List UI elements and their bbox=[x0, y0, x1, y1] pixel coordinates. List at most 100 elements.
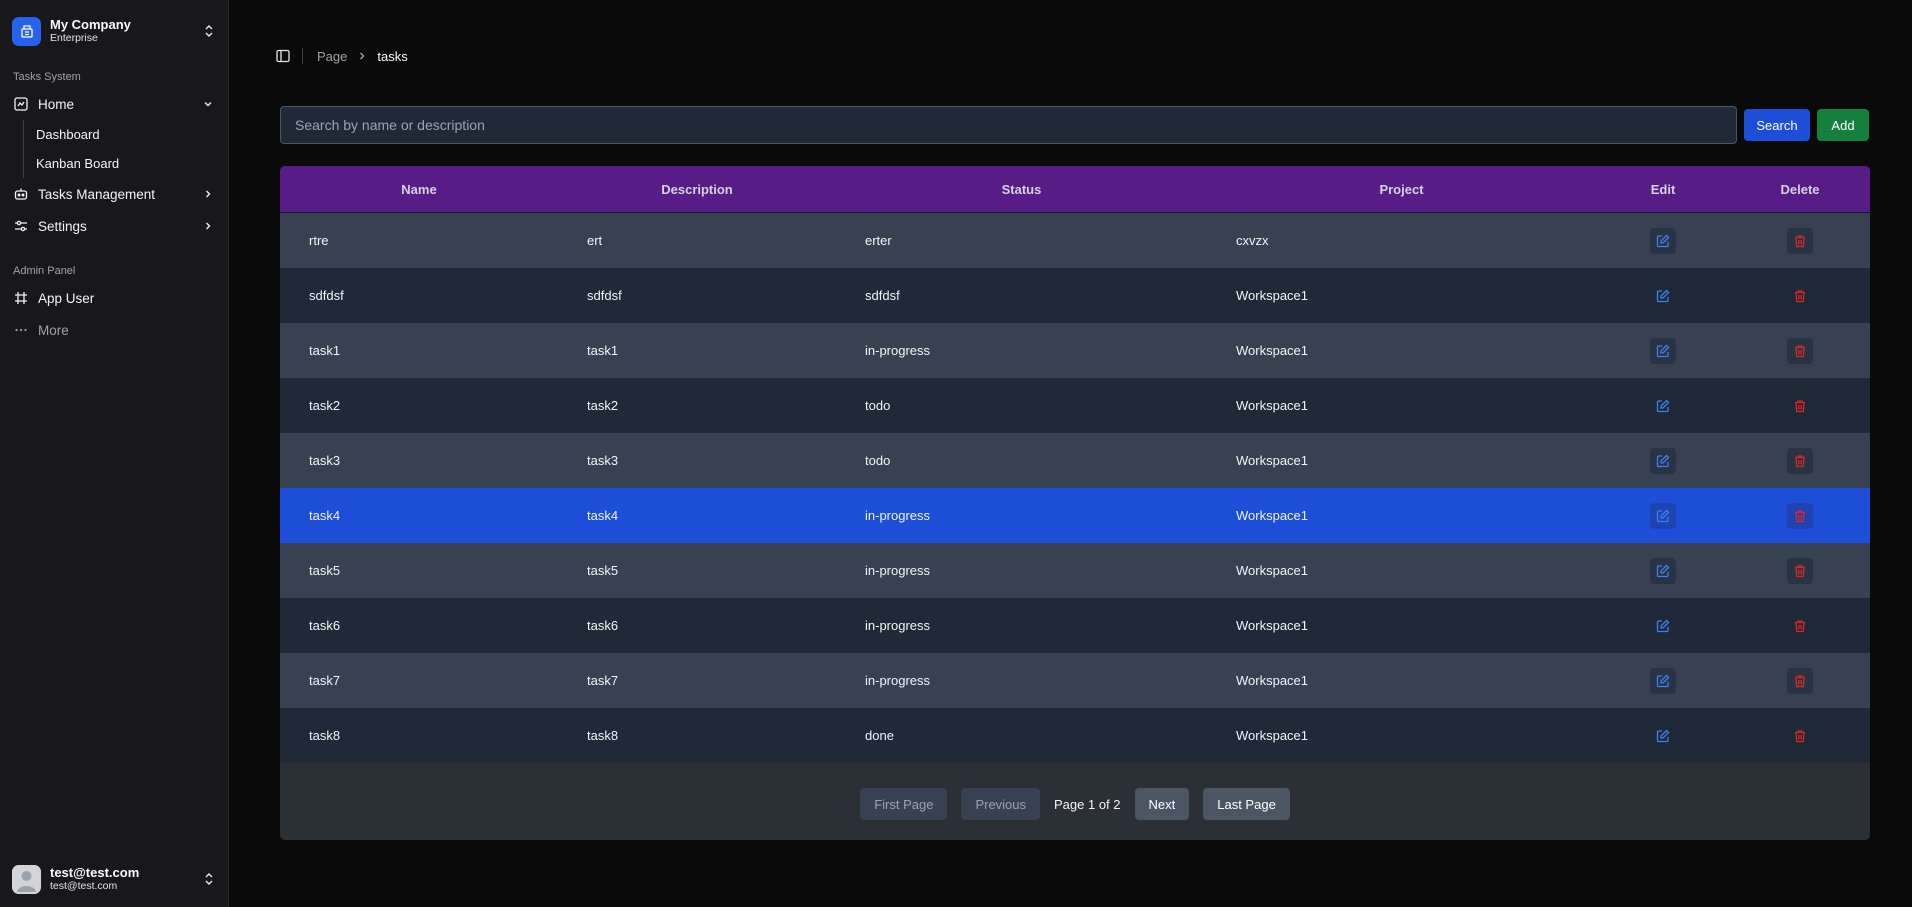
cell-project: Workspace1 bbox=[1236, 398, 1309, 413]
cell-description: ert bbox=[587, 233, 603, 248]
sidebar-item-settings[interactable]: Settings bbox=[0, 210, 228, 242]
add-button[interactable]: Add bbox=[1817, 109, 1869, 141]
cell-project: Workspace1 bbox=[1236, 618, 1309, 633]
trash-icon[interactable] bbox=[1787, 227, 1813, 254]
breadcrumb-parent[interactable]: Page bbox=[317, 49, 347, 64]
first-page-button[interactable]: First Page bbox=[860, 788, 948, 820]
trash-icon[interactable] bbox=[1787, 502, 1813, 529]
cell-delete bbox=[1730, 502, 1870, 529]
cell-edit bbox=[1596, 502, 1730, 529]
sidebar-item-home[interactable]: Home bbox=[0, 88, 228, 120]
edit-icon[interactable] bbox=[1650, 337, 1676, 364]
search-input[interactable] bbox=[280, 106, 1737, 144]
edit-icon[interactable] bbox=[1650, 282, 1676, 309]
trash-icon[interactable] bbox=[1787, 392, 1813, 419]
cell-name: task1 bbox=[309, 343, 341, 358]
edit-icon[interactable] bbox=[1650, 502, 1676, 529]
trash-icon[interactable] bbox=[1787, 722, 1813, 749]
table-row[interactable]: task5 task5 in-progress Workspace1 bbox=[280, 543, 1870, 598]
trash-icon[interactable] bbox=[1787, 612, 1813, 639]
sidebar-item-tasks-management[interactable]: Tasks Management bbox=[0, 178, 228, 210]
cell-delete bbox=[1730, 392, 1870, 419]
table-body: rtre ert erter cxvzx sdfdsf sdfdsf sdfdsf Works… bbox=[280, 213, 1870, 763]
company-switcher[interactable]: My Company Enterprise bbox=[0, 0, 228, 52]
edit-icon[interactable] bbox=[1650, 392, 1676, 419]
cell-edit bbox=[1596, 612, 1730, 639]
cell-status: in-progress bbox=[865, 343, 931, 358]
trash-icon[interactable] bbox=[1787, 337, 1813, 364]
edit-icon[interactable] bbox=[1650, 227, 1676, 254]
cell-name: rtre bbox=[309, 233, 329, 248]
search-button[interactable]: Search bbox=[1744, 109, 1810, 141]
cell-description: task3 bbox=[587, 453, 619, 468]
breadcrumb-current: tasks bbox=[377, 48, 408, 64]
trash-icon[interactable] bbox=[1787, 667, 1813, 694]
building-icon bbox=[12, 16, 41, 46]
sidebar-item-app-user[interactable]: App User bbox=[0, 282, 228, 314]
cell-name: sdfdsf bbox=[309, 288, 344, 303]
more-icon bbox=[13, 322, 29, 338]
cell-edit bbox=[1596, 227, 1730, 254]
table-header: Name Description Status Project Edit Del… bbox=[280, 166, 1870, 213]
edit-icon[interactable] bbox=[1650, 722, 1676, 749]
user-menu[interactable]: test@test.com test@test.com bbox=[0, 851, 228, 907]
page-status: Page 1 of 2 bbox=[1054, 796, 1121, 812]
edit-icon[interactable] bbox=[1650, 557, 1676, 584]
cell-description: task8 bbox=[587, 728, 619, 743]
table-row[interactable]: rtre ert erter cxvzx bbox=[280, 213, 1870, 268]
trash-icon[interactable] bbox=[1787, 557, 1813, 584]
table-row[interactable]: task2 task2 todo Workspace1 bbox=[280, 378, 1870, 433]
trash-icon[interactable] bbox=[1787, 447, 1813, 474]
cell-status: in-progress bbox=[865, 508, 931, 523]
sidebar-item-dashboard[interactable]: Dashboard bbox=[36, 120, 228, 149]
column-header-project: Project bbox=[1379, 181, 1424, 197]
next-button[interactable]: Next bbox=[1134, 788, 1190, 820]
cell-description: sdfdsf bbox=[587, 288, 622, 303]
table-row[interactable]: task6 task6 in-progress Workspace1 bbox=[280, 598, 1870, 653]
cell-edit bbox=[1596, 722, 1730, 749]
edit-icon[interactable] bbox=[1650, 667, 1676, 694]
cell-edit bbox=[1596, 392, 1730, 419]
cell-delete bbox=[1730, 337, 1870, 364]
column-header-edit: Edit bbox=[1650, 181, 1676, 197]
table-row[interactable]: task8 task8 done Workspace1 bbox=[280, 708, 1870, 763]
edit-icon[interactable] bbox=[1650, 447, 1676, 474]
table-row[interactable]: task1 task1 in-progress Workspace1 bbox=[280, 323, 1870, 378]
cell-name: task2 bbox=[309, 398, 341, 413]
sidebar-toggle-icon[interactable] bbox=[275, 48, 291, 64]
home-submenu: Dashboard Kanban Board bbox=[23, 120, 228, 178]
sidebar-item-kanban-board[interactable]: Kanban Board bbox=[36, 149, 228, 178]
user-name: test@test.com bbox=[50, 865, 140, 880]
cell-delete bbox=[1730, 557, 1870, 584]
cell-status: todo bbox=[865, 453, 891, 468]
cell-description: task6 bbox=[587, 618, 619, 633]
cell-delete bbox=[1730, 612, 1870, 639]
company-text: My Company Enterprise bbox=[50, 17, 202, 45]
sidebar-item-label: Home bbox=[38, 96, 75, 112]
previous-button[interactable]: Previous bbox=[961, 788, 1041, 820]
cell-status: done bbox=[865, 728, 894, 743]
divider bbox=[302, 48, 303, 64]
cell-name: task4 bbox=[309, 508, 341, 523]
cell-delete bbox=[1730, 722, 1870, 749]
cell-name: task7 bbox=[309, 673, 341, 688]
app-root: My Company Enterprise Tasks System Home … bbox=[0, 0, 1912, 907]
cell-status: todo bbox=[865, 398, 891, 413]
sidebar-item-more[interactable]: More bbox=[0, 314, 228, 346]
table-row[interactable]: task3 task3 todo Workspace1 bbox=[280, 433, 1870, 488]
cell-status: in-progress bbox=[865, 563, 931, 578]
edit-icon[interactable] bbox=[1650, 612, 1676, 639]
trash-icon[interactable] bbox=[1787, 282, 1813, 309]
cell-project: cxvzx bbox=[1236, 233, 1269, 248]
table-row[interactable]: task7 task7 in-progress Workspace1 bbox=[280, 653, 1870, 708]
cell-edit bbox=[1596, 337, 1730, 364]
cell-description: task5 bbox=[587, 563, 619, 578]
cell-edit bbox=[1596, 447, 1730, 474]
home-icon bbox=[13, 96, 29, 112]
table-row[interactable]: sdfdsf sdfdsf sdfdsf Workspace1 bbox=[280, 268, 1870, 323]
last-page-button[interactable]: Last Page bbox=[1203, 788, 1290, 820]
table-row[interactable]: task4 task4 in-progress Workspace1 bbox=[280, 488, 1870, 543]
main-content: Page tasks Search Add Name Description S… bbox=[229, 0, 1912, 907]
cell-project: Workspace1 bbox=[1236, 728, 1309, 743]
chevron-right-icon bbox=[357, 51, 367, 61]
